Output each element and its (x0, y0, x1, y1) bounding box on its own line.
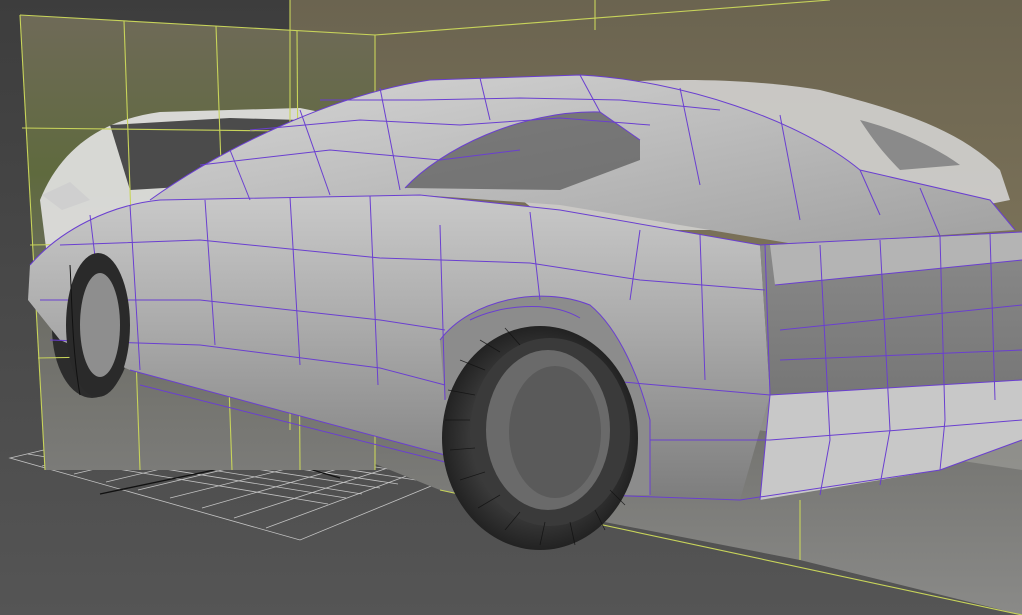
front-wheel-mesh[interactable] (66, 253, 130, 397)
viewport-scene[interactable] (0, 0, 1022, 615)
3d-viewport[interactable] (0, 0, 1022, 615)
rear-wheel-mesh[interactable] (442, 326, 638, 550)
